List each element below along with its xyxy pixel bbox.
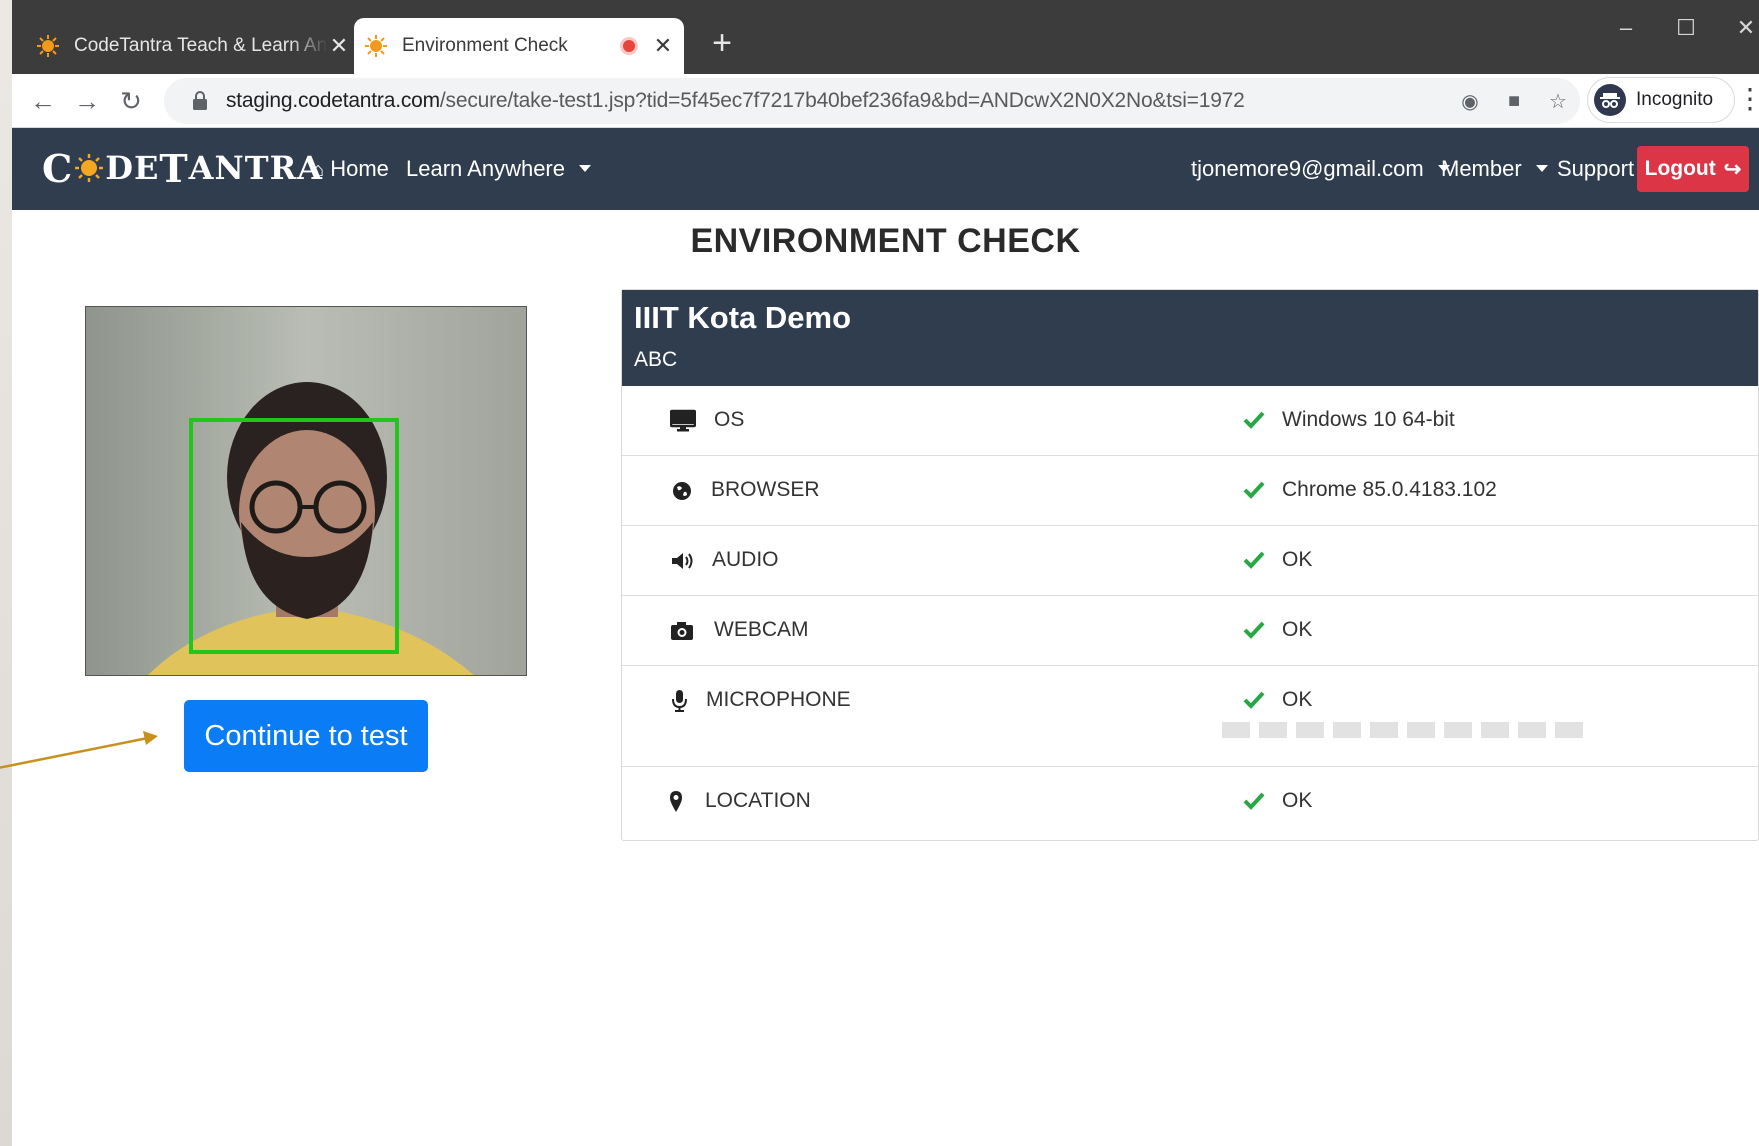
check-icon <box>1243 411 1265 429</box>
tab-title: Environment Check <box>402 35 568 56</box>
close-window-icon[interactable]: ✕ <box>1726 10 1759 46</box>
sign-out-icon: ↪ <box>1723 157 1742 181</box>
continue-to-test-button[interactable]: Continue to test <box>184 700 428 772</box>
reload-icon[interactable]: ↻ <box>114 84 148 118</box>
incognito-label: Incognito <box>1636 89 1714 110</box>
tab-environment-check[interactable]: Environment Check ✕ <box>354 18 684 74</box>
webcam-preview <box>85 306 527 676</box>
check-label: WEBCAM <box>714 618 809 641</box>
microphone-level-meter <box>1222 722 1583 738</box>
check-icon <box>1243 621 1265 639</box>
browser-menu-icon[interactable]: ⋮ <box>1736 82 1759 120</box>
nav-user-menu[interactable]: tjonemore9@gmail.com <box>1191 156 1450 182</box>
level-segment <box>1370 722 1398 738</box>
desktop-icon <box>670 409 696 432</box>
level-segment <box>1518 722 1546 738</box>
check-value: OK <box>1282 688 1313 711</box>
check-value: Windows 10 64-bit <box>1282 408 1455 431</box>
globe-icon <box>673 482 691 500</box>
nav-home[interactable]: ⌂ Home <box>312 156 389 182</box>
check-row-microphone: MICROPHONE OK <box>622 666 1758 767</box>
browser-toolbar: ← → ↻ staging.codetantra.com/secure/take… <box>12 74 1759 128</box>
forward-icon[interactable]: → <box>70 84 104 118</box>
level-segment <box>1407 722 1435 738</box>
check-icon <box>1243 481 1265 499</box>
nav-learn-anywhere[interactable]: Learn Anywhere <box>406 156 591 182</box>
map-marker-icon <box>670 791 682 812</box>
check-icon <box>1243 792 1265 810</box>
back-icon[interactable]: ← <box>26 84 60 118</box>
level-segment <box>1222 722 1250 738</box>
check-label: MICROPHONE <box>706 688 851 711</box>
codetantra-favicon-icon <box>364 34 388 58</box>
minimize-icon[interactable]: – <box>1606 10 1646 46</box>
microphone-icon <box>672 690 687 712</box>
check-value: Chrome 85.0.4183.102 <box>1282 478 1497 501</box>
tab-codetantra[interactable]: CodeTantra Teach & Learn Anywh ✕ <box>26 18 360 74</box>
check-icon <box>1243 691 1265 709</box>
level-segment <box>1259 722 1287 738</box>
level-segment <box>1333 722 1361 738</box>
check-value: OK <box>1282 618 1313 641</box>
star-icon[interactable]: ☆ <box>1536 89 1580 114</box>
nav-member[interactable]: Member <box>1441 156 1548 182</box>
check-row-location: LOCATION OK <box>622 767 1758 837</box>
environment-check-panel: IIIT Kota Demo ABC OS Windows 10 64-bit … <box>621 289 1759 841</box>
check-label: LOCATION <box>705 789 811 812</box>
annotation-arrow-icon <box>0 731 158 769</box>
url-text: staging.codetantra.com/secure/take-test1… <box>226 89 1245 112</box>
close-tab-icon[interactable]: ✕ <box>328 35 350 57</box>
video-camera-icon[interactable]: ■ <box>1492 90 1536 113</box>
check-icon <box>1243 551 1265 569</box>
codetantra-logo[interactable]: C DE T ANTRA <box>42 146 323 191</box>
browser-window: CodeTantra Teach & Learn Anywh ✕ Environ… <box>12 0 1759 1146</box>
maximize-icon[interactable]: ☐ <box>1666 10 1706 46</box>
check-label: BROWSER <box>711 478 820 501</box>
logout-button[interactable]: Logout ↪ <box>1637 146 1749 192</box>
level-segment <box>1444 722 1472 738</box>
lock-icon <box>193 91 207 110</box>
new-tab-button[interactable]: + <box>704 26 740 62</box>
level-segment <box>1296 722 1324 738</box>
speaker-icon <box>672 553 693 569</box>
tab-title: CodeTantra Teach & Learn Anywh <box>74 35 328 56</box>
nav-support[interactable]: Support <box>1557 156 1634 182</box>
location-target-icon[interactable]: ◉ <box>1448 89 1492 114</box>
incognito-badge[interactable]: Incognito <box>1587 77 1735 123</box>
level-segment <box>1481 722 1509 738</box>
check-value: OK <box>1282 789 1313 812</box>
page-title: ENVIRONMENT CHECK <box>690 222 1081 260</box>
check-value: OK <box>1282 548 1313 571</box>
site-navbar: C DE T ANTRA ⌂ Home Learn Anywhere tjonemo… <box>12 128 1759 210</box>
close-tab-icon[interactable]: ✕ <box>652 35 674 57</box>
camera-icon <box>671 622 693 640</box>
codetantra-favicon-icon <box>36 34 60 58</box>
level-segment <box>1555 722 1583 738</box>
check-row-audio: AUDIO OK <box>622 526 1758 596</box>
check-row-os: OS Windows 10 64-bit <box>622 386 1758 456</box>
recording-indicator-icon <box>620 37 638 55</box>
omnibox-icons: ◉ ■ ☆ <box>1448 78 1580 124</box>
incognito-icon <box>1594 84 1626 116</box>
sun-logo-icon <box>75 154 104 182</box>
check-row-browser: BROWSER Chrome 85.0.4183.102 <box>622 456 1758 526</box>
address-bar[interactable]: staging.codetantra.com/secure/take-test1… <box>164 78 1580 124</box>
tab-strip: CodeTantra Teach & Learn Anywh ✕ Environ… <box>12 0 1759 74</box>
panel-title: IIIT Kota Demo <box>634 300 852 335</box>
panel-header: IIIT Kota Demo ABC <box>622 290 1758 386</box>
panel-subtitle: ABC <box>634 348 678 371</box>
check-label: AUDIO <box>712 548 779 571</box>
check-row-webcam: WEBCAM OK <box>622 596 1758 666</box>
home-icon: ⌂ <box>312 159 325 181</box>
check-label: OS <box>714 408 745 431</box>
